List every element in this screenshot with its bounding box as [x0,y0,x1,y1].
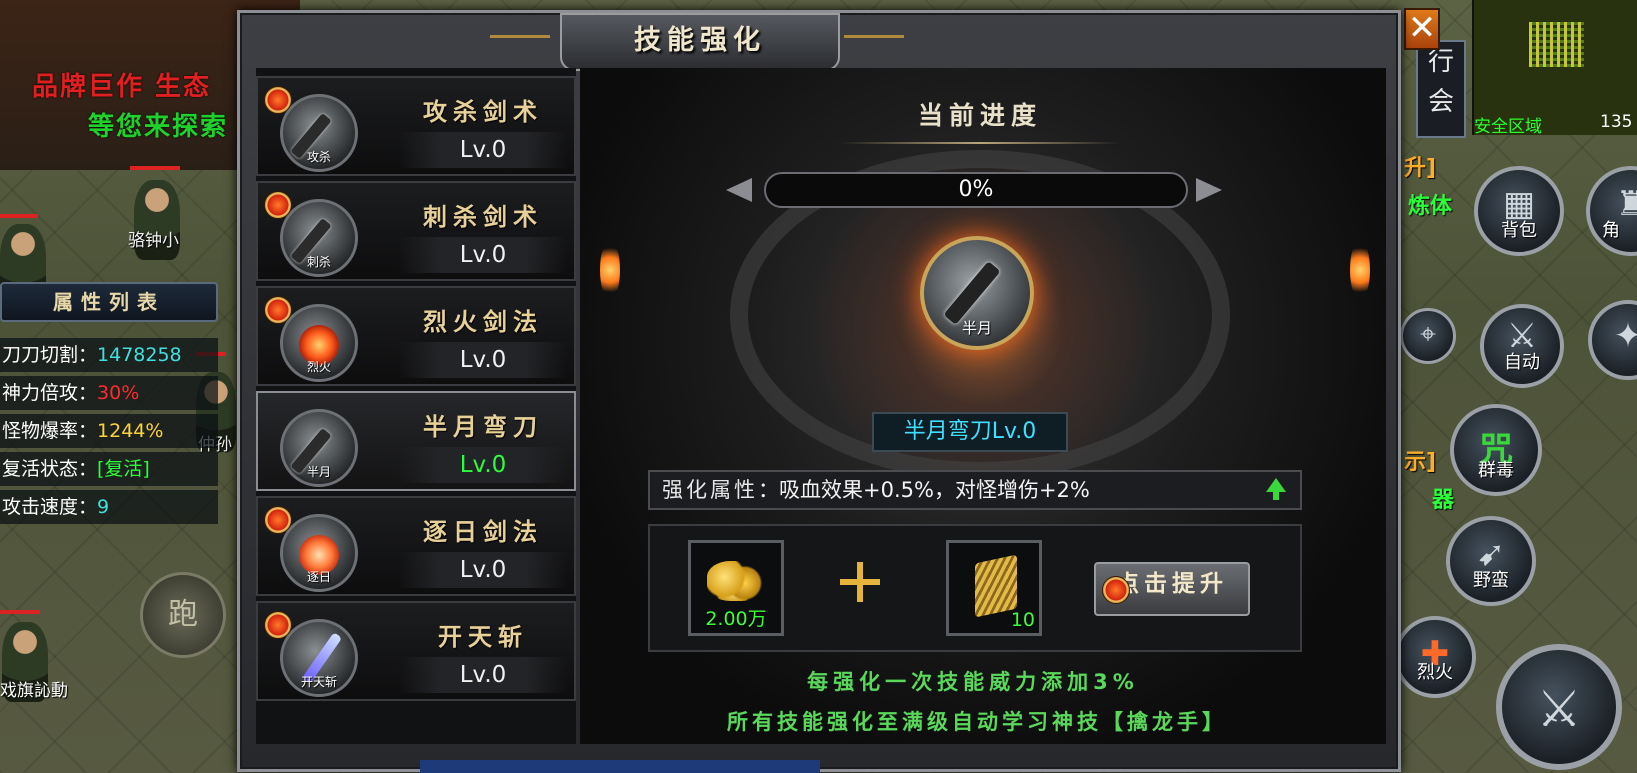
skill-name: 半月弯刀 [423,412,543,441]
plus-icon [840,562,880,602]
notification-badge-icon [264,86,292,114]
tip-text: 所有技能强化至满级自动学习神技【擒龙手】 [727,710,1227,734]
skill-poison-button[interactable]: 咒 群毒 [1450,404,1542,496]
skill-level: Lv.0 [398,132,568,168]
bag-button[interactable]: ▦ 背包 [1474,166,1564,256]
skill-level: Lv.0 [398,342,568,378]
notification-badge-icon [264,611,292,639]
run-button[interactable]: 跑 [140,572,226,658]
selected-skill-icon: 半月 [920,236,1034,350]
title-divider [840,142,1120,144]
promo-text-1: 品牌巨作 生态 [32,72,212,102]
side-label: 器 [1432,488,1455,513]
notification-badge-icon [1102,576,1130,604]
skill-name: 烈火剑法 [423,307,543,336]
attribute-list-title: 属性列表 [0,282,218,322]
notification-badge-icon [264,191,292,219]
skill-icon: 刺杀 [280,199,358,277]
skill-item-zhuri[interactable]: 逐日 逐日剑法 Lv.0 [256,496,576,596]
skill-icon: 逐日 [280,514,358,592]
skill-icon: 攻杀 [280,94,358,172]
npc-hp-bar [0,610,40,614]
skill-icon: 开天斩 [280,619,358,697]
skill-fire-button[interactable]: ✚ 烈火 [1394,616,1476,698]
skill-name: 逐日剑法 [423,517,543,546]
progress-bar: 0% [764,172,1188,208]
title-ornament [844,35,904,52]
side-label: 示] [1404,450,1437,475]
upgrade-button[interactable]: 点击提升 [1094,562,1250,616]
progress-percent: 0% [958,177,994,202]
torch-decoration [1350,240,1370,300]
npc-name: 骆钟小 [128,231,179,251]
skill-item-liehuo[interactable]: 烈火 烈火剑法 Lv.0 [256,286,576,386]
skill-icon: 半月 [280,409,358,487]
arrow-left-ornament [726,178,752,202]
npc-hp-bar [130,166,180,170]
attribute-row: 攻击速度：9 [0,490,218,524]
skill-name: 刺杀剑术 [423,202,543,231]
skill-icon: 烈火 [280,304,358,382]
skill-item-kaitian[interactable]: 开天斩 开天斩 Lv.0 [256,601,576,701]
skill-item-gongsha[interactable]: 攻杀 攻杀剑术 Lv.0 [256,76,576,176]
side-label: 升] [1404,156,1437,181]
attribute-row: 复活状态：[复活] [0,452,218,486]
skill-level: Lv.0 [398,447,568,483]
crosshair-icon: ⌖ [1420,317,1436,350]
auto-battle-button[interactable]: ⚔ 自动 [1480,304,1564,388]
notification-badge-icon [264,506,292,534]
tip-text: 每强化一次技能威力添加3% [807,670,1139,694]
skill-level: Lv.0 [398,657,568,693]
close-button[interactable]: ✕ [1404,8,1440,50]
skill-name: 开天斩 [438,622,528,651]
target-button[interactable]: ⌖ [1400,308,1456,364]
attribute-row: 刀刀切割：1478258 [0,338,218,372]
skill-list: 攻杀 攻杀剑术 Lv.0 刺杀 刺杀剑术 Lv.0 烈火 烈火剑法 Lv.0 半… [256,68,576,744]
cost-quantity: 10 [1010,609,1035,631]
star-icon: ✦ [1613,316,1637,356]
skill-level: Lv.0 [398,552,568,588]
arrow-right-ornament [1196,178,1222,202]
notification-badge-icon [264,296,292,324]
sword-icon: ⚔ [1536,680,1582,738]
panel-title: 技能强化 [634,25,766,56]
attack-button[interactable]: ⚔ [1496,644,1622,770]
bottom-bar [420,760,820,773]
torch-decoration [600,240,620,300]
skill-name: 攻杀剑术 [423,97,543,126]
cost-quantity: 2.00万 [705,608,767,630]
skill-item-banyue[interactable]: 半月 半月弯刀 Lv.0 [256,391,576,491]
skill-level: Lv.0 [398,237,568,273]
title-ornament [490,35,550,52]
side-label: 炼体 [1408,194,1453,219]
selected-skill-title: 半月弯刀Lv.0 [872,412,1068,452]
zone-label: 安全区域 [1474,117,1542,137]
promo-text-2: 等您来探索 [88,112,229,142]
gold-coins-icon [707,561,765,601]
guild-button[interactable]: 行 会 [1416,40,1466,138]
attribute-row: 神力倍攻：30% [0,376,218,410]
progress-title: 当前进度 [917,101,1042,130]
panel-title-plate: 技能强化 [560,13,840,71]
skill-charge-button[interactable]: ➹ 野蛮 [1446,516,1536,606]
attribute-row: 怪物爆率：1244% [0,414,218,448]
skill-item-cisha[interactable]: 刺杀 刺杀剑术 Lv.0 [256,181,576,281]
cost-slot-gold[interactable]: 2.00万 [688,540,784,636]
coordinate-readout: 135 [1600,112,1633,132]
npc-name: 戏旗訫動 [0,681,68,701]
npc-hp-bar [0,214,38,218]
cost-slot-scroll[interactable]: 10 [946,540,1042,636]
enhance-attribute: 强化属性：吸血效果+0.5%，对怪增伤+2% [648,470,1302,510]
